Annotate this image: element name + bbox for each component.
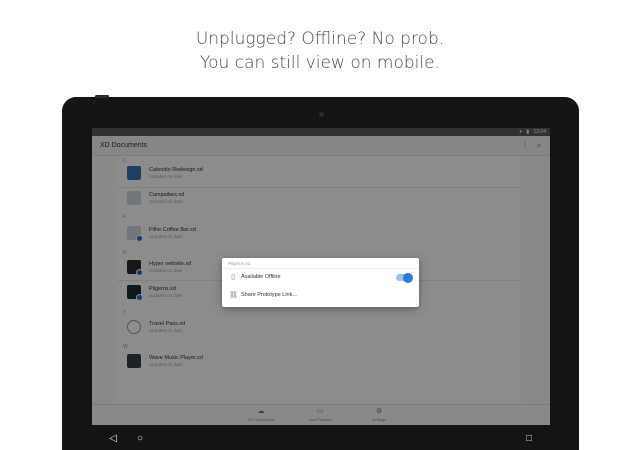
share-link-label: Share Prototype Link... — [241, 292, 297, 298]
headline-line-2: You can still view on mobile. — [200, 53, 440, 73]
dialog-title: Pilgems.xd — [228, 261, 251, 266]
device-screen: ▾ ▮ 13:04 XD Documents ⋮ ⌕ C Calendio Re… — [92, 128, 550, 425]
file-options-dialog: Pilgems.xd ▯ Available Offline ⛓ Share P… — [222, 258, 419, 307]
share-link-row[interactable]: ⛓ Share Prototype Link... — [222, 288, 419, 304]
dialog-divider — [222, 268, 419, 269]
back-icon[interactable]: ◁ — [107, 433, 119, 445]
home-icon[interactable]: ○ — [134, 433, 146, 445]
recents-icon[interactable]: □ — [523, 433, 535, 445]
available-offline-label: Available Offline — [241, 274, 281, 280]
document-icon: ▯ — [231, 274, 235, 281]
headline-line-1: Unplugged? Offline? No prob. — [195, 29, 445, 49]
tablet-side-button — [95, 95, 109, 98]
available-offline-row[interactable]: ▯ Available Offline — [222, 270, 419, 286]
system-navigation-bar: ◁ ○ □ — [92, 427, 550, 450]
marketing-headline: Unplugged? Offline? No prob. You can sti… — [0, 27, 640, 75]
link-icon: ⛓ — [229, 292, 238, 299]
front-camera — [319, 112, 324, 117]
tablet-device: ▾ ▮ 13:04 XD Documents ⋮ ⌕ C Calendio Re… — [62, 95, 579, 450]
available-offline-toggle[interactable] — [396, 272, 413, 283]
toggle-knob — [403, 272, 413, 283]
